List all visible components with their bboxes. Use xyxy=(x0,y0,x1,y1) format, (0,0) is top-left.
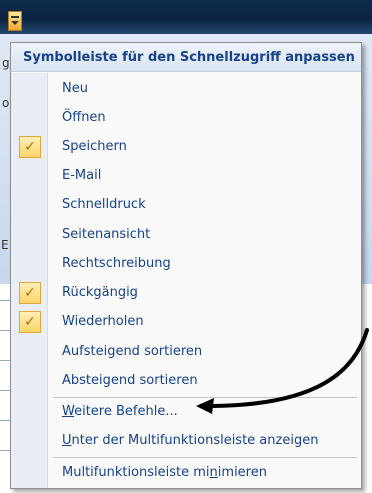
annotation-arrow xyxy=(196,328,369,414)
